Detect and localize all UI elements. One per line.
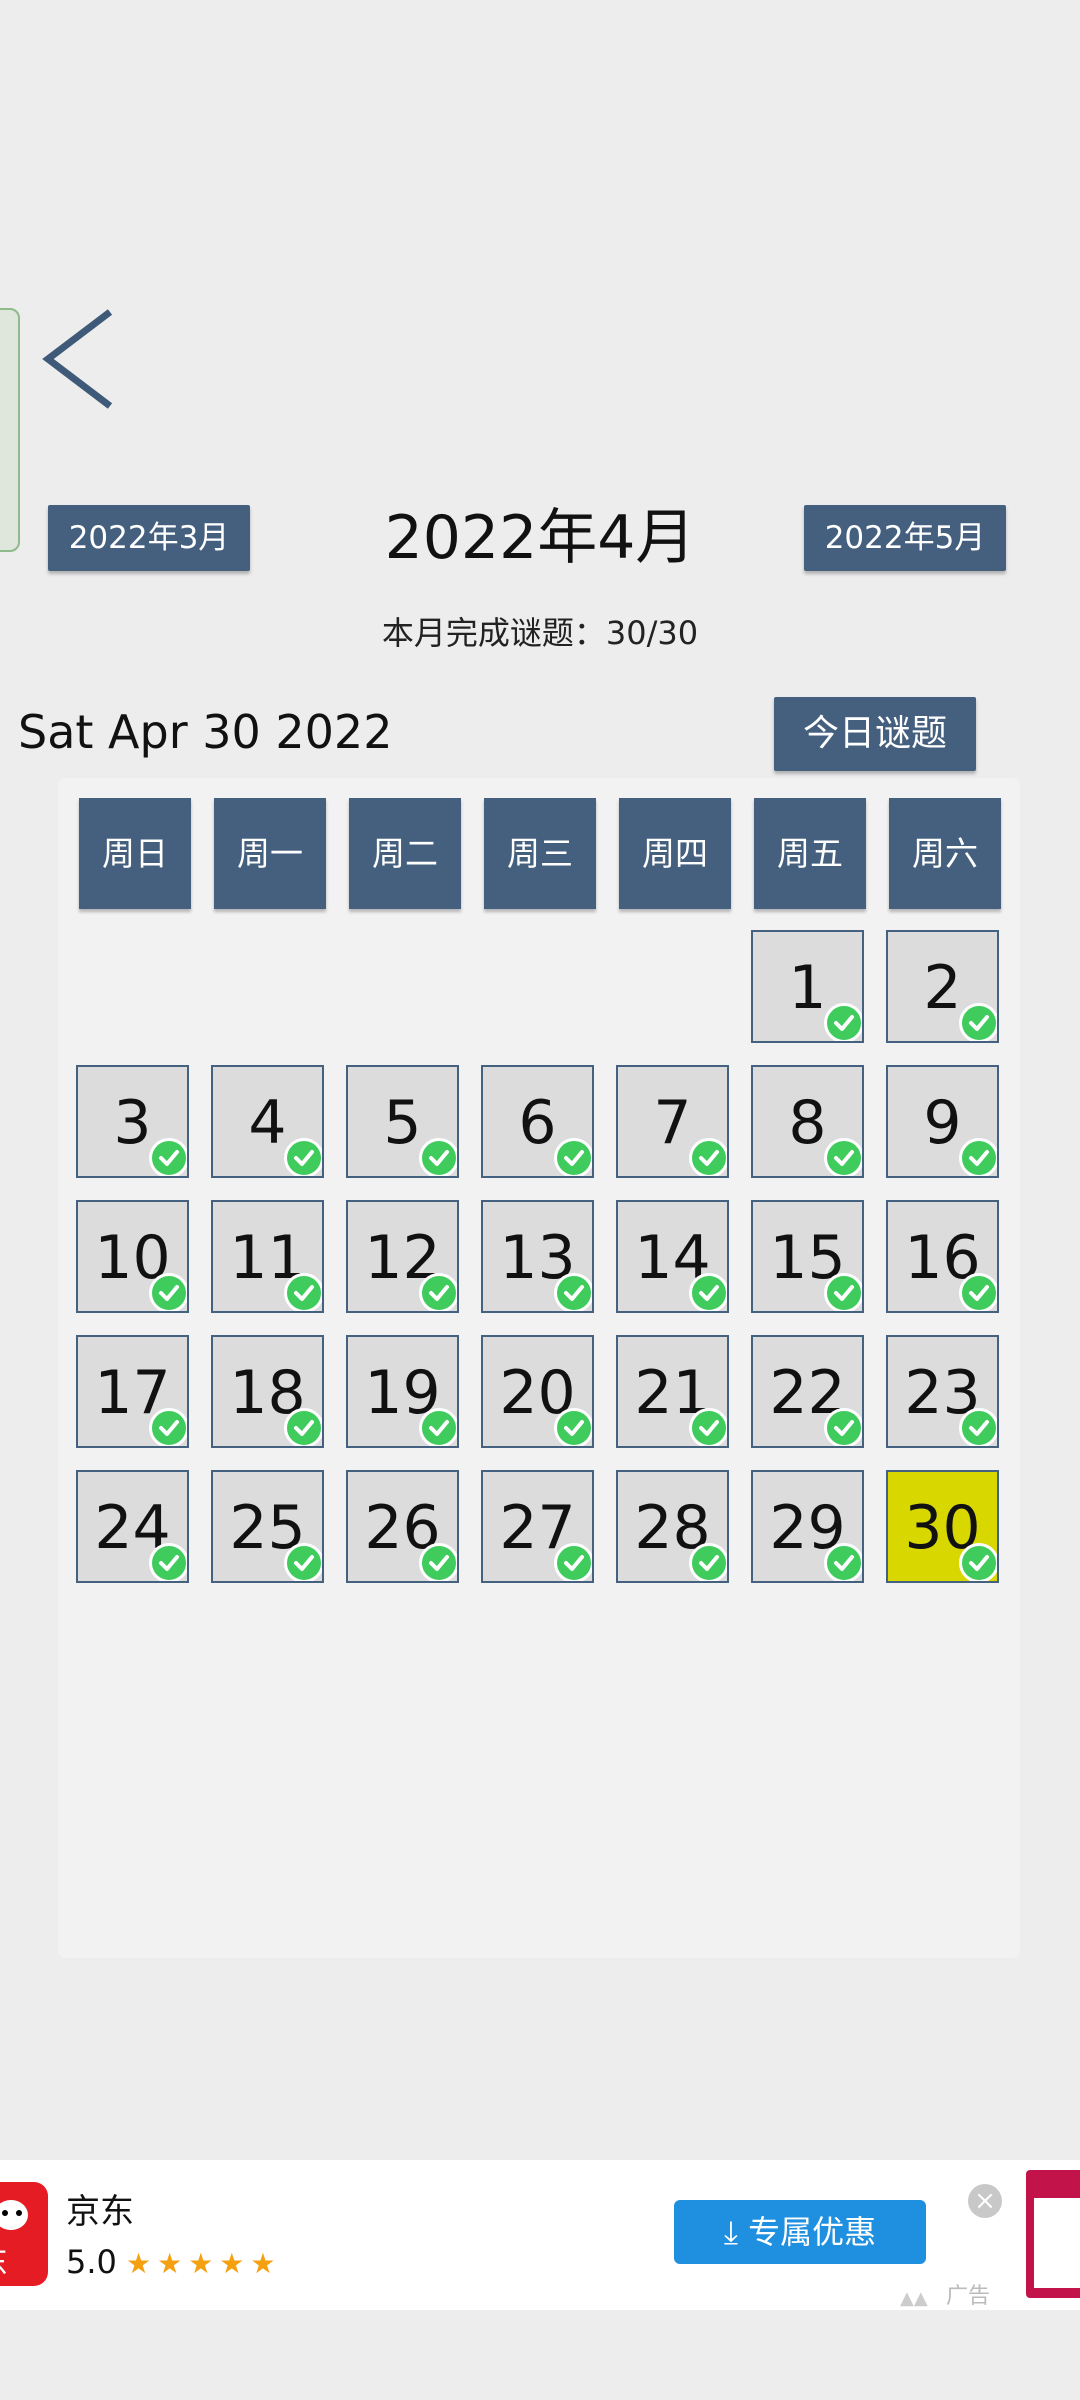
close-icon[interactable]: × [968, 2184, 1002, 2218]
check-icon [419, 1408, 457, 1446]
check-icon [284, 1138, 322, 1176]
download-icon: ⤓ [723, 2213, 739, 2251]
ad-rating: 5.0 [66, 2243, 117, 2281]
weekday-header-2: 周二 [349, 798, 461, 909]
day-cell-25[interactable]: 25 [211, 1470, 324, 1583]
check-icon [554, 1138, 592, 1176]
check-icon [284, 1273, 322, 1311]
weekday-header-0: 周日 [79, 798, 191, 909]
day-cell-9[interactable]: 9 [886, 1065, 999, 1178]
day-cell-4[interactable]: 4 [211, 1065, 324, 1178]
check-icon [959, 1543, 997, 1581]
check-icon [149, 1543, 187, 1581]
check-icon [959, 1138, 997, 1176]
day-cell-17[interactable]: 17 [76, 1335, 189, 1448]
day-number: 4 [248, 1088, 287, 1158]
day-cell-24[interactable]: 24 [76, 1470, 189, 1583]
check-icon [689, 1273, 727, 1311]
day-cell-7[interactable]: 7 [616, 1065, 729, 1178]
day-cell-21[interactable]: 21 [616, 1335, 729, 1448]
ad-cta-button[interactable]: ⤓ 专属优惠 [674, 2200, 926, 2264]
check-icon [824, 1273, 862, 1311]
day-cell-29[interactable]: 29 [751, 1470, 864, 1583]
check-icon [419, 1273, 457, 1311]
check-icon [149, 1138, 187, 1176]
ad-source-icon: ▲▲ [900, 2288, 928, 2309]
next-month-button[interactable]: 2022年5月 [804, 505, 1006, 571]
check-icon [689, 1408, 727, 1446]
day-cell-27[interactable]: 27 [481, 1470, 594, 1583]
check-icon [284, 1543, 322, 1581]
check-icon [824, 1138, 862, 1176]
check-icon [824, 1543, 862, 1581]
day-number: 6 [518, 1088, 557, 1158]
day-number: 2 [923, 953, 962, 1023]
weekday-header-1: 周一 [214, 798, 326, 909]
day-cell-10[interactable]: 10 [76, 1200, 189, 1313]
ad-app-name: 京东 [66, 2192, 134, 2232]
day-cell-5[interactable]: 5 [346, 1065, 459, 1178]
chevron-left-icon [42, 309, 113, 409]
day-number: 7 [653, 1088, 692, 1158]
weekday-header-3: 周三 [484, 798, 596, 909]
day-number: 9 [923, 1088, 962, 1158]
check-icon [284, 1408, 322, 1446]
check-icon [824, 1408, 862, 1446]
day-number: 5 [383, 1088, 422, 1158]
jd-app-logo: 东 [0, 2182, 48, 2286]
today-puzzle-button[interactable]: 今日谜题 [774, 697, 976, 771]
check-icon [419, 1543, 457, 1581]
rating-stars-icon: ★★★★★ [126, 2247, 282, 2280]
day-cell-3[interactable]: 3 [76, 1065, 189, 1178]
weekday-header-6: 周六 [889, 798, 1001, 909]
check-icon [149, 1273, 187, 1311]
check-icon [554, 1273, 592, 1311]
check-icon [959, 1408, 997, 1446]
weekday-header-5: 周五 [754, 798, 866, 909]
check-icon [959, 1003, 997, 1041]
day-number: 1 [788, 953, 827, 1023]
day-cell-15[interactable]: 15 [751, 1200, 864, 1313]
check-icon [149, 1408, 187, 1446]
day-cell-1[interactable]: 1 [751, 930, 864, 1043]
today-date: Sat Apr 30 2022 [18, 705, 393, 759]
day-cell-2[interactable]: 2 [886, 930, 999, 1043]
day-number: 8 [788, 1088, 827, 1158]
check-icon [419, 1138, 457, 1176]
check-icon [824, 1003, 862, 1041]
check-icon [689, 1543, 727, 1581]
check-icon [689, 1138, 727, 1176]
day-number: 3 [113, 1088, 152, 1158]
check-icon [554, 1408, 592, 1446]
check-icon [959, 1273, 997, 1311]
day-cell-30[interactable]: 30 [886, 1470, 999, 1583]
day-cell-8[interactable]: 8 [751, 1065, 864, 1178]
day-cell-16[interactable]: 16 [886, 1200, 999, 1313]
day-cell-26[interactable]: 26 [346, 1470, 459, 1583]
side-drawer-tab[interactable] [0, 308, 20, 552]
day-cell-22[interactable]: 22 [751, 1335, 864, 1448]
day-cell-23[interactable]: 23 [886, 1335, 999, 1448]
day-cell-14[interactable]: 14 [616, 1200, 729, 1313]
prev-month-button[interactable]: 2022年3月 [48, 505, 250, 571]
ad-side-banner[interactable] [1026, 2170, 1080, 2298]
day-cell-28[interactable]: 28 [616, 1470, 729, 1583]
month-progress: 本月完成谜题：30/30 [381, 614, 699, 652]
day-cell-18[interactable]: 18 [211, 1335, 324, 1448]
day-cell-20[interactable]: 20 [481, 1335, 594, 1448]
weekday-header-4: 周四 [619, 798, 731, 909]
day-cell-12[interactable]: 12 [346, 1200, 459, 1313]
back-button[interactable] [38, 304, 126, 414]
check-icon [554, 1543, 592, 1581]
day-cell-11[interactable]: 11 [211, 1200, 324, 1313]
ad-banner-bar[interactable]: 东 京东 5.0 ★★★★★ ⤓专属优惠 × ▲▲ 广告 [0, 2160, 1080, 2310]
day-cell-19[interactable]: 19 [346, 1335, 459, 1448]
ad-label: 广告 [946, 2284, 991, 2309]
month-title: 2022年4月 [384, 503, 696, 573]
day-cell-6[interactable]: 6 [481, 1065, 594, 1178]
day-cell-13[interactable]: 13 [481, 1200, 594, 1313]
